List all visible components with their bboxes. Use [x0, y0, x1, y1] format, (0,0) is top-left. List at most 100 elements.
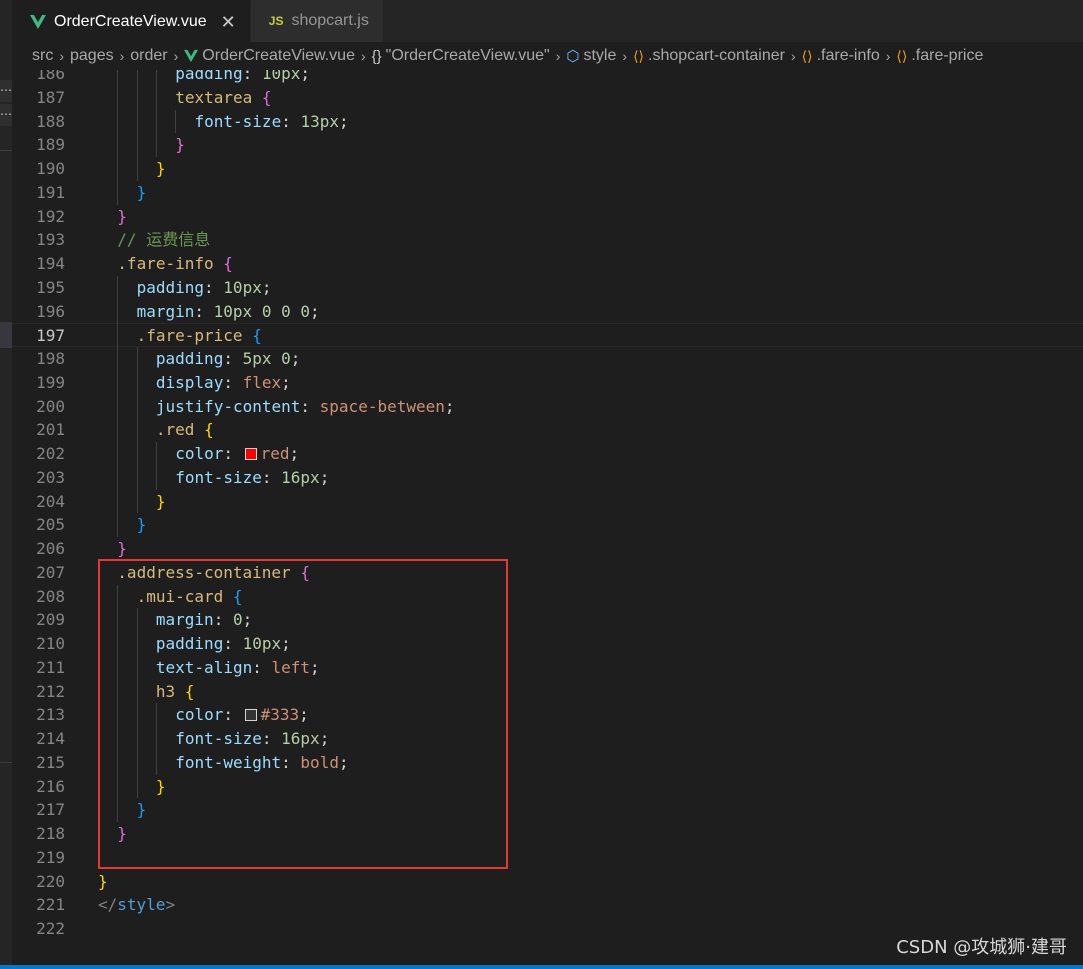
- breadcrumb-item-style[interactable]: ⬡ style: [566, 47, 616, 65]
- code-token: 5px 0: [242, 349, 291, 368]
- code-token: :: [204, 277, 224, 297]
- code-line[interactable]: 221 </style>: [12, 893, 1083, 917]
- code-line[interactable]: 205}: [12, 513, 1083, 537]
- code-line[interactable]: 210 padding: 10px;: [12, 632, 1083, 656]
- code-line[interactable]: 200 justify-content: space-between;: [12, 395, 1083, 419]
- code-token: :: [213, 610, 233, 630]
- code-token: ;: [319, 729, 330, 748]
- breadcrumb: src › pages › order › OrderCreateView.vu…: [12, 42, 1083, 70]
- color-swatch[interactable]: [244, 709, 257, 722]
- code-line[interactable]: 191}: [12, 181, 1083, 205]
- line-number: 220: [36, 871, 65, 891]
- code-line[interactable]: 202 color: red;: [12, 442, 1083, 466]
- code-text: text-align: left;: [156, 656, 320, 680]
- code-line[interactable]: 207 .address-container {: [12, 561, 1083, 585]
- chevron-right-icon: ›: [59, 48, 64, 64]
- code-text: font-size: 16px;: [175, 466, 329, 490]
- code-line[interactable]: 208 .mui-card {: [12, 585, 1083, 609]
- line-number: 216: [36, 776, 65, 796]
- status-bar: [0, 965, 1083, 969]
- code-text: .fare-price {: [137, 324, 262, 348]
- breadcrumb-item-fare-price[interactable]: ⟨⟩ .fare-price: [896, 47, 983, 65]
- code-line[interactable]: 217}: [12, 798, 1083, 822]
- code-token: {: [184, 681, 195, 701]
- tab-shopcart-js[interactable]: JS shopcart.js: [250, 0, 384, 42]
- code-text: .address-container {: [117, 561, 310, 585]
- code-line[interactable]: 192}: [12, 205, 1083, 229]
- code-line[interactable]: 212 h3 {: [12, 680, 1083, 704]
- code-token: .mui-card: [136, 586, 233, 606]
- code-text: }: [137, 513, 147, 537]
- code-token: }: [155, 159, 166, 178]
- code-line[interactable]: 189}: [12, 133, 1083, 157]
- code-line[interactable]: 211 text-align: left;: [12, 656, 1083, 680]
- code-line[interactable]: 195 padding: 10px;: [12, 276, 1083, 300]
- watermark: CSDN @攻城狮·建哥: [896, 937, 1067, 958]
- breadcrumb-label: .fare-price: [911, 47, 984, 64]
- code-token: ;: [310, 657, 320, 677]
- indent-guide: [136, 442, 138, 466]
- indent-guide: [136, 394, 138, 419]
- code-line[interactable]: 209 margin: 0;: [12, 608, 1083, 632]
- code-token: flex: [242, 372, 282, 392]
- indent-guide: [117, 347, 119, 371]
- indent-guide: [117, 133, 119, 157]
- close-icon[interactable]: ✕: [221, 12, 236, 33]
- code-text: </style>: [98, 893, 175, 917]
- code-line[interactable]: 214 font-size: 16px;: [12, 727, 1083, 751]
- code-text: margin: 0;: [156, 608, 252, 632]
- code-text: }: [98, 870, 108, 894]
- code-line[interactable]: 196 margin: 10px 0 0 0;: [12, 300, 1083, 324]
- breadcrumb-item-order[interactable]: order: [130, 47, 167, 65]
- indent-guide: [117, 513, 119, 537]
- code-token: {: [261, 87, 272, 107]
- code-line[interactable]: 190}: [12, 157, 1083, 181]
- breadcrumb-item-module[interactable]: {} "OrderCreateView.vue": [372, 47, 550, 65]
- code-line[interactable]: 194 .fare-info {: [12, 252, 1083, 276]
- code-line[interactable]: 213 color: #333;: [12, 703, 1083, 727]
- code-line[interactable]: 215 font-weight: bold;: [12, 751, 1083, 775]
- code-line[interactable]: 203 font-size: 16px;: [12, 466, 1083, 490]
- code-line[interactable]: 219: [12, 846, 1083, 870]
- code-line[interactable]: 199 display: flex;: [12, 371, 1083, 395]
- code-line[interactable]: 201 .red {: [12, 418, 1083, 442]
- code-token: :: [281, 111, 301, 131]
- color-swatch[interactable]: [244, 448, 257, 460]
- code-line[interactable]: 186 padding: 10px;: [12, 70, 1083, 86]
- code-text: .red {: [156, 418, 214, 442]
- selector-icon: ⟨⟩: [801, 47, 813, 64]
- breadcrumb-item-src[interactable]: src: [32, 47, 53, 65]
- code-token: :: [223, 705, 243, 725]
- collapsed-panel-ellipsis[interactable]: …: [0, 104, 12, 126]
- indent-guide: [117, 632, 119, 656]
- breadcrumb-item-fare-info[interactable]: ⟨⟩ .fare-info: [802, 47, 880, 65]
- code-token: padding: [175, 70, 243, 83]
- code-token: red: [260, 444, 290, 463]
- code-editor[interactable]: 186 padding: 10px; 187 textarea {188 font-si…: [12, 70, 1083, 965]
- breadcrumb-item-shopcart-container[interactable]: ⟨⟩ .shopcart-container: [633, 47, 785, 65]
- code-token: {: [223, 254, 233, 273]
- code-line[interactable]: 188 font-size: 13px;: [12, 110, 1083, 134]
- indent-guide: [155, 85, 157, 110]
- code-line[interactable]: 197 .fare-price {: [12, 323, 1083, 347]
- indent-guide: [136, 727, 138, 751]
- code-line[interactable]: 206}: [12, 537, 1083, 561]
- indent-guide: [136, 418, 138, 442]
- tab-ordercreateview-vue[interactable]: OrderCreateView.vue ✕: [12, 0, 251, 43]
- code-token: justify-content: [155, 396, 301, 416]
- code-line[interactable]: 216}: [12, 775, 1083, 799]
- code-line[interactable]: 187 textarea {: [12, 86, 1083, 110]
- code-line[interactable]: 220}: [12, 870, 1083, 894]
- line-number: 189: [36, 135, 65, 155]
- code-token: ;: [319, 467, 330, 487]
- code-line[interactable]: 204}: [12, 490, 1083, 514]
- code-line[interactable]: 193 // 运费信息: [12, 228, 1083, 252]
- collapsed-panel-ellipsis[interactable]: …: [0, 80, 12, 102]
- code-text: }: [117, 205, 127, 229]
- code-token: }: [117, 206, 127, 226]
- indent-guide: [136, 655, 138, 680]
- code-line[interactable]: 198 padding: 5px 0;: [12, 347, 1083, 371]
- breadcrumb-item-file[interactable]: OrderCreateView.vue: [184, 47, 355, 65]
- code-line[interactable]: 218}: [12, 822, 1083, 846]
- breadcrumb-item-pages[interactable]: pages: [70, 47, 114, 65]
